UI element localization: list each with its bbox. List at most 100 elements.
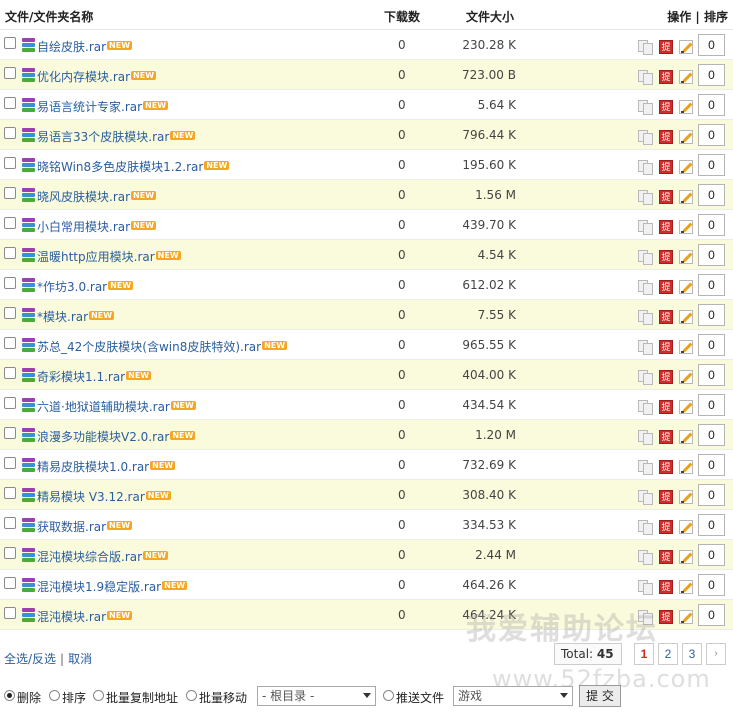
file-name-link[interactable]: 易语言统计专家.rar NEW: [37, 98, 169, 115]
file-name-link[interactable]: 自绘皮肤.rar NEW: [37, 38, 133, 55]
push-file-radio[interactable]: [383, 690, 394, 701]
edit-icon[interactable]: [679, 250, 693, 264]
edit-icon[interactable]: [679, 430, 693, 444]
sort-order-input[interactable]: 0: [698, 334, 725, 356]
row-checkbox[interactable]: [4, 337, 16, 349]
edit-icon[interactable]: [679, 550, 693, 564]
file-name-link[interactable]: 奇彩模块1.1.rar NEW: [37, 368, 152, 385]
sort-radio[interactable]: [49, 690, 60, 701]
edit-icon[interactable]: [679, 460, 693, 474]
edit-icon[interactable]: [679, 70, 693, 84]
row-checkbox[interactable]: [4, 607, 16, 619]
edit-icon[interactable]: [679, 100, 693, 114]
extract-icon[interactable]: 提: [659, 400, 673, 414]
file-name-link[interactable]: 小白常用模块.rar NEW: [37, 218, 157, 235]
edit-icon[interactable]: [679, 340, 693, 354]
file-name-link[interactable]: 混沌模块1.9稳定版.rar NEW: [37, 578, 188, 595]
page-1[interactable]: 1: [634, 643, 654, 665]
category-select[interactable]: 游戏: [453, 686, 573, 706]
file-name-link[interactable]: 晓铭Win8多色皮肤模块1.2.rar NEW: [37, 158, 230, 175]
file-name-link[interactable]: 浪漫多功能模块V2.0.rar NEW: [37, 428, 196, 445]
copy-icon[interactable]: [638, 280, 653, 295]
page-3[interactable]: 3: [682, 643, 702, 665]
row-checkbox[interactable]: [4, 67, 16, 79]
file-name-link[interactable]: 获取数据.rar NEW: [37, 518, 133, 535]
row-checkbox[interactable]: [4, 187, 16, 199]
row-checkbox[interactable]: [4, 427, 16, 439]
copy-icon[interactable]: [638, 340, 653, 355]
row-checkbox[interactable]: [4, 547, 16, 559]
edit-icon[interactable]: [679, 310, 693, 324]
sort-order-input[interactable]: 0: [698, 274, 725, 296]
copy-icon[interactable]: [638, 70, 653, 85]
sort-order-input[interactable]: 0: [698, 484, 725, 506]
extract-icon[interactable]: 提: [659, 250, 673, 264]
row-checkbox[interactable]: [4, 127, 16, 139]
delete-radio[interactable]: [4, 690, 15, 701]
extract-icon[interactable]: 提: [659, 430, 673, 444]
file-name-link[interactable]: 六道·地狱道辅助模块.rar NEW: [37, 398, 196, 415]
copy-icon[interactable]: [638, 370, 653, 385]
sort-order-input[interactable]: 0: [698, 154, 725, 176]
target-directory-select[interactable]: - 根目录 -: [257, 686, 376, 706]
sort-order-input[interactable]: 0: [698, 394, 725, 416]
edit-icon[interactable]: [679, 220, 693, 234]
edit-icon[interactable]: [679, 580, 693, 594]
edit-icon[interactable]: [679, 160, 693, 174]
row-checkbox[interactable]: [4, 37, 16, 49]
file-name-link[interactable]: 混沌模块综合版.rar NEW: [37, 548, 169, 565]
edit-icon[interactable]: [679, 520, 693, 534]
copy-icon[interactable]: [638, 310, 653, 325]
extract-icon[interactable]: 提: [659, 460, 673, 474]
row-checkbox[interactable]: [4, 217, 16, 229]
sort-order-input[interactable]: 0: [698, 604, 725, 626]
sort-order-input[interactable]: 0: [698, 94, 725, 116]
row-checkbox[interactable]: [4, 367, 16, 379]
extract-icon[interactable]: 提: [659, 580, 673, 594]
row-checkbox[interactable]: [4, 157, 16, 169]
file-name-link[interactable]: 精易皮肤模块1.0.rar NEW: [37, 458, 176, 475]
copy-icon[interactable]: [638, 190, 653, 205]
sort-order-input[interactable]: 0: [698, 124, 725, 146]
extract-icon[interactable]: 提: [659, 610, 673, 624]
extract-icon[interactable]: 提: [659, 160, 673, 174]
edit-icon[interactable]: [679, 610, 693, 624]
copy-icon[interactable]: [638, 400, 653, 415]
sort-order-input[interactable]: 0: [698, 364, 725, 386]
page-2[interactable]: 2: [658, 643, 678, 665]
row-checkbox[interactable]: [4, 457, 16, 469]
cancel-selection-link[interactable]: 取消: [68, 652, 92, 666]
sort-order-input[interactable]: 0: [698, 184, 725, 206]
row-checkbox[interactable]: [4, 487, 16, 499]
copy-icon[interactable]: [638, 220, 653, 235]
batch-move-radio[interactable]: [186, 690, 197, 701]
extract-icon[interactable]: 提: [659, 340, 673, 354]
edit-icon[interactable]: [679, 370, 693, 384]
extract-icon[interactable]: 提: [659, 370, 673, 384]
copy-icon[interactable]: [638, 490, 653, 505]
file-name-link[interactable]: 精易模块 V3.12.rar NEW: [37, 488, 171, 505]
sort-order-input[interactable]: 0: [698, 64, 725, 86]
file-name-link[interactable]: *模块.rar NEW: [37, 308, 115, 325]
edit-icon[interactable]: [679, 40, 693, 54]
submit-button[interactable]: 提 交: [579, 685, 621, 707]
extract-icon[interactable]: 提: [659, 70, 673, 84]
edit-icon[interactable]: [679, 130, 693, 144]
file-name-link[interactable]: 苏总_42个皮肤模块(含win8皮肤特效).rar NEW: [37, 338, 288, 355]
extract-icon[interactable]: 提: [659, 130, 673, 144]
extract-icon[interactable]: 提: [659, 220, 673, 234]
sort-order-input[interactable]: 0: [698, 454, 725, 476]
extract-icon[interactable]: 提: [659, 550, 673, 564]
row-checkbox[interactable]: [4, 277, 16, 289]
copy-icon[interactable]: [638, 250, 653, 265]
copy-icon[interactable]: [638, 550, 653, 565]
file-name-link[interactable]: 晓风皮肤模块.rar NEW: [37, 188, 157, 205]
copy-icon[interactable]: [638, 100, 653, 115]
sort-order-input[interactable]: 0: [698, 424, 725, 446]
next-page-button[interactable]: ›: [706, 643, 726, 665]
row-checkbox[interactable]: [4, 397, 16, 409]
file-name-link[interactable]: *作坊3.0.rar NEW: [37, 278, 134, 295]
extract-icon[interactable]: 提: [659, 310, 673, 324]
copy-icon[interactable]: [638, 580, 653, 595]
row-checkbox[interactable]: [4, 247, 16, 259]
